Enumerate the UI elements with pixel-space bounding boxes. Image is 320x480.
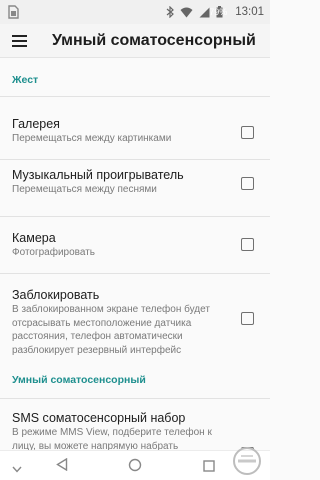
status-bar: 79% 13:01 [0, 0, 270, 24]
setting-row-camera[interactable]: Камера Фотографировать [0, 217, 270, 273]
camera-checkbox[interactable] [241, 238, 254, 251]
setting-subtitle: Перемещаться между картинками [12, 133, 172, 144]
sim-card-icon [8, 5, 20, 19]
chevron-down-icon[interactable] [12, 460, 22, 478]
setting-row-sms-dial[interactable]: SMS соматосенсорный набор В режиме MMS V… [0, 399, 270, 450]
setting-title: Галерея [12, 117, 60, 131]
home-circle-icon[interactable] [128, 458, 142, 477]
gallery-checkbox[interactable] [241, 126, 254, 139]
setting-title: Заблокировать [12, 288, 100, 302]
settings-list[interactable]: Жест Галерея Перемещаться между картинка… [0, 58, 270, 450]
bluetooth-icon [166, 6, 175, 18]
battery-percent: 79% [209, 7, 228, 17]
setting-title: Музыкальный проигрыватель [12, 168, 184, 182]
hamburger-menu-icon[interactable] [12, 34, 28, 48]
setting-subtitle: Перемещаться между песнями [12, 184, 157, 195]
app-bar: Умный соматосенсорный [0, 24, 270, 58]
recents-square-icon[interactable] [203, 459, 215, 477]
setting-subtitle: В режиме MMS View, подберите телефон к л… [12, 427, 212, 450]
setting-subtitle: В заблокированном экране телефон будет о… [12, 304, 210, 356]
setting-title: SMS соматосенсорный набор [12, 411, 186, 425]
setting-row-lock[interactable]: Заблокировать В заблокированном экране т… [0, 274, 270, 364]
clock: 13:01 [235, 6, 264, 18]
section-header-gesture: Жест [12, 74, 39, 86]
wifi-icon [180, 7, 193, 18]
page-title: Умный соматосенсорный [52, 32, 256, 49]
section-header-smart-somatosensory: Умный соматосенсорный [12, 374, 146, 386]
setting-title: Камера [12, 231, 56, 245]
setting-subtitle: Фотографировать [12, 247, 96, 258]
back-triangle-icon[interactable] [56, 457, 68, 476]
setting-row-gallery[interactable]: Галерея Перемещаться между картинками [0, 97, 270, 159]
music-player-checkbox[interactable] [241, 177, 254, 190]
lock-checkbox[interactable] [241, 312, 254, 325]
logo-watermark [230, 446, 264, 476]
setting-row-music-player[interactable]: Музыкальный проигрыватель Перемещаться м… [0, 160, 270, 216]
